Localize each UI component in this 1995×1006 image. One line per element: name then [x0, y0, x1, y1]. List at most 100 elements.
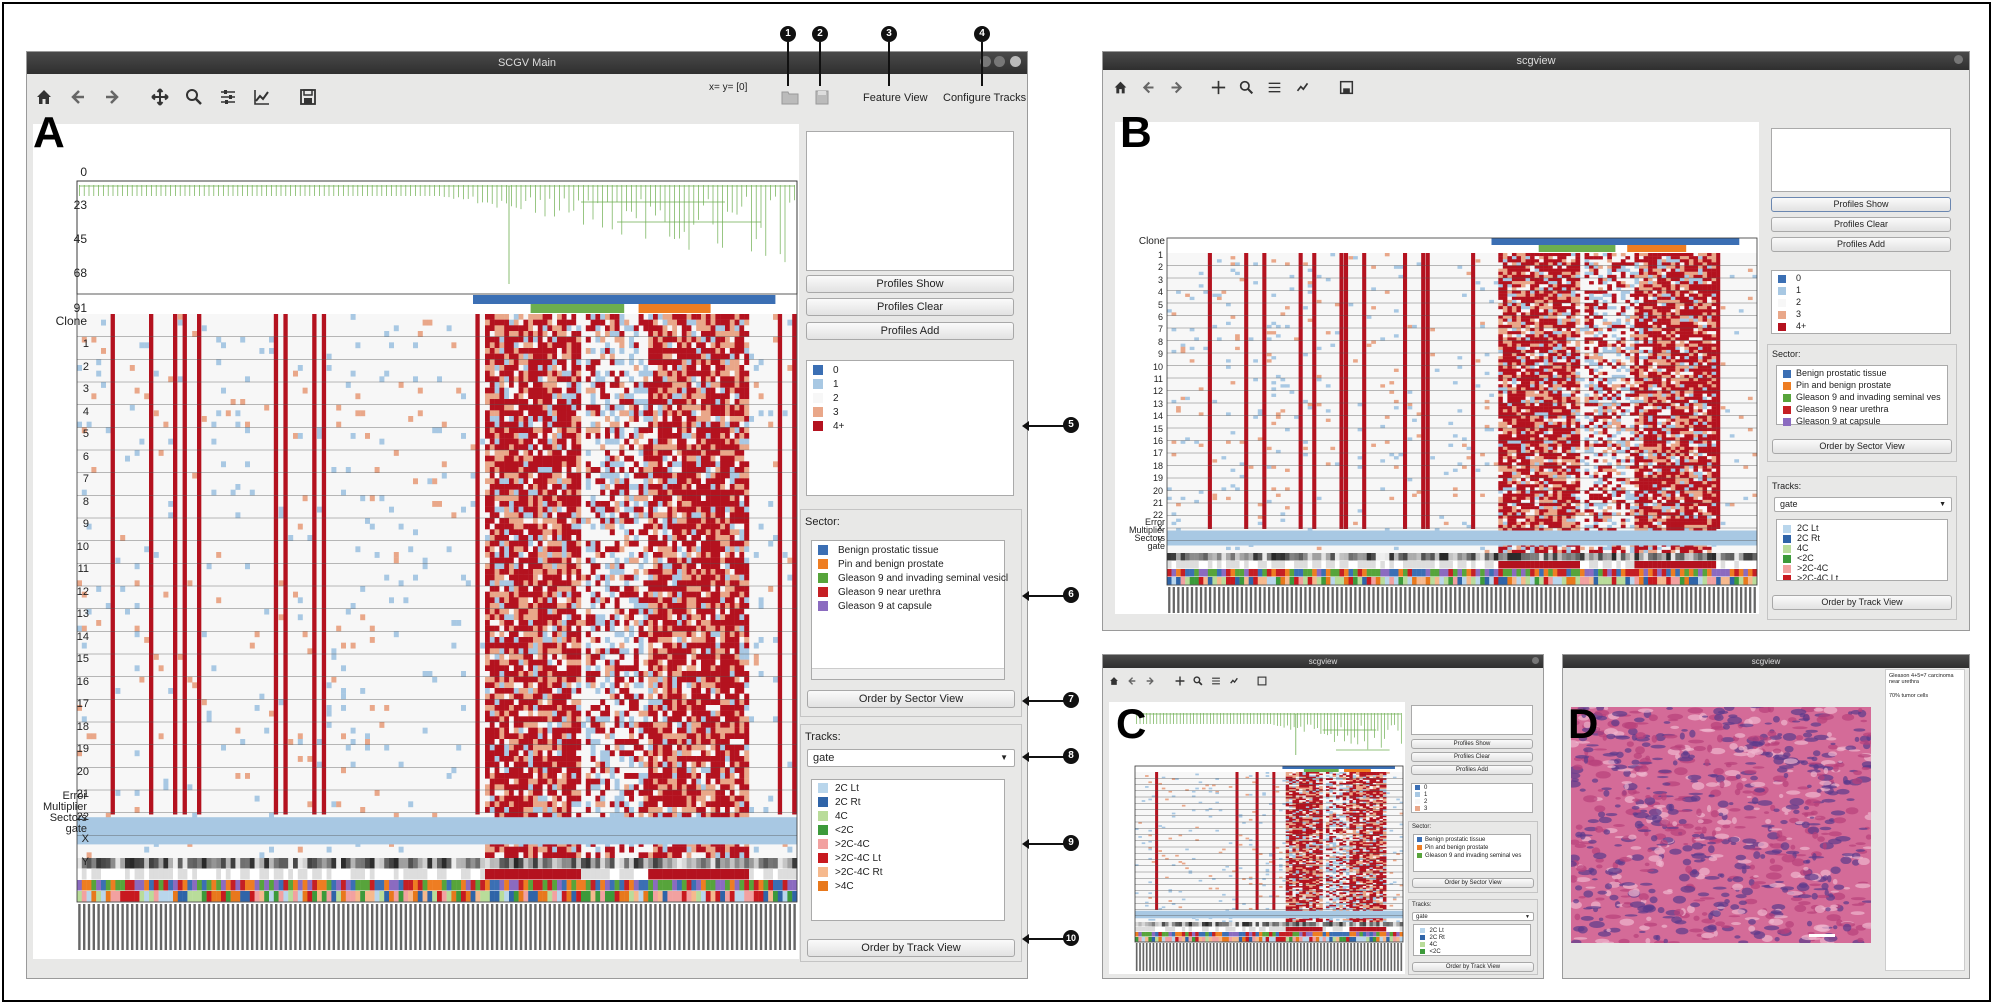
heatmap-cell — [542, 557, 548, 564]
heatmap-cell — [561, 387, 567, 394]
heatmap-cell — [537, 404, 543, 411]
heatmap-cell — [710, 744, 716, 751]
heatmap-cell — [648, 438, 654, 445]
amplification-stripe — [321, 314, 327, 815]
heatmap-cell — [691, 489, 697, 496]
heatmap-cell — [729, 370, 735, 377]
heatmap-cell — [705, 603, 711, 609]
heatmap-cell — [715, 682, 721, 689]
heatmap-cell — [561, 455, 567, 462]
heatmap-cell — [557, 370, 562, 377]
heatmap-cell — [667, 699, 673, 706]
feature-view-button[interactable]: Feature View — [863, 92, 928, 104]
heatmap-cell — [561, 710, 567, 717]
heatmap-cell — [653, 608, 658, 615]
heatmap-cell — [657, 467, 663, 473]
back-arrow-icon[interactable] — [69, 88, 87, 106]
heatmap-cell — [614, 767, 620, 774]
heatmap-cell — [720, 637, 726, 643]
heatmap-cell — [245, 563, 250, 570]
heatmap-cell — [600, 518, 606, 524]
heatmap-cell — [691, 580, 697, 587]
heatmap-cell — [686, 795, 692, 802]
heatmap-cell — [734, 603, 740, 609]
heatmap-cell — [729, 540, 735, 547]
heatmap-cell — [542, 773, 548, 779]
heatmap-cell — [653, 450, 658, 456]
heatmap-cell — [657, 739, 663, 745]
heatmap-cell — [677, 642, 682, 649]
heatmap-cell — [633, 506, 639, 513]
heatmap-cell — [734, 331, 740, 337]
heatmap-cell — [249, 642, 255, 649]
heatmap-cell — [739, 557, 745, 564]
heatmap-cell — [672, 733, 678, 740]
forward-arrow-icon[interactable] — [103, 88, 121, 106]
heatmap-cell — [485, 608, 490, 615]
heatmap-cell — [619, 790, 625, 796]
heatmap-cell — [691, 591, 697, 598]
heatmap-cell — [725, 444, 730, 451]
heatmap-cell — [518, 688, 524, 694]
heatmap-cell — [499, 370, 505, 377]
heatmap-cell — [566, 631, 572, 638]
maximize-button[interactable] — [994, 56, 1005, 67]
pan-icon[interactable] — [151, 88, 169, 106]
heatmap-cell — [691, 750, 697, 757]
heatmap-cell — [605, 433, 610, 439]
heatmap-cell — [614, 659, 620, 666]
heatmap-cell — [667, 421, 673, 428]
heatmap-cell — [739, 778, 745, 785]
heatmap-cell — [542, 416, 548, 422]
heatmap-cell — [552, 722, 558, 728]
heatmap-cell — [648, 642, 654, 649]
heatmap-cell — [609, 648, 615, 655]
heatmap-cell — [494, 716, 500, 723]
heatmap-cell — [720, 733, 726, 740]
heatmap-cell — [235, 512, 241, 519]
zoom-icon[interactable] — [185, 88, 203, 106]
heatmap-cell — [489, 727, 495, 734]
heatmap-cell — [705, 382, 711, 388]
heatmap-cell — [576, 495, 582, 502]
line-chart-icon[interactable] — [253, 88, 271, 106]
database-icon[interactable] — [813, 88, 831, 106]
folder-icon[interactable] — [781, 88, 799, 106]
heatmap-cell — [653, 778, 658, 785]
heatmap-cell — [504, 852, 510, 859]
heatmap-cell — [662, 376, 668, 383]
heatmap-cell — [542, 846, 548, 853]
heatmap-cell — [633, 744, 639, 751]
heatmap-cell — [489, 370, 495, 377]
heatmap-cell — [701, 659, 706, 666]
heatmap-cell — [518, 739, 524, 745]
heatmap-cell — [533, 365, 538, 371]
heatmap-cell — [585, 472, 591, 479]
heatmap-cell — [614, 501, 620, 507]
heatmap-cell — [643, 784, 649, 791]
heatmap-cell — [557, 790, 562, 796]
heatmap-cell — [595, 654, 601, 660]
home-icon[interactable] — [35, 88, 53, 106]
heatmap-cell — [705, 552, 711, 558]
heatmap-cell — [710, 597, 716, 604]
heatmap-cell — [643, 461, 649, 468]
configure-tracks-button[interactable]: Configure Tracks — [943, 92, 1026, 104]
heatmap-cell — [547, 767, 553, 774]
close-button[interactable] — [1010, 56, 1021, 67]
heatmap-cell — [533, 484, 538, 490]
save-icon[interactable] — [299, 88, 317, 106]
heatmap-cell — [523, 404, 529, 411]
heatmap-cell — [681, 376, 687, 383]
heatmap-cell — [600, 319, 606, 326]
heatmap-cell — [518, 433, 524, 439]
heatmap-cell — [729, 727, 735, 734]
heatmap-cell — [624, 784, 630, 791]
heatmap-cell — [360, 495, 366, 502]
heatmap-cell — [696, 484, 702, 490]
heatmap-cell — [355, 342, 361, 349]
sliders-icon[interactable] — [219, 88, 237, 106]
heatmap-cell — [485, 387, 490, 394]
heatmap-cell — [681, 399, 687, 405]
heatmap-cell — [509, 314, 514, 320]
